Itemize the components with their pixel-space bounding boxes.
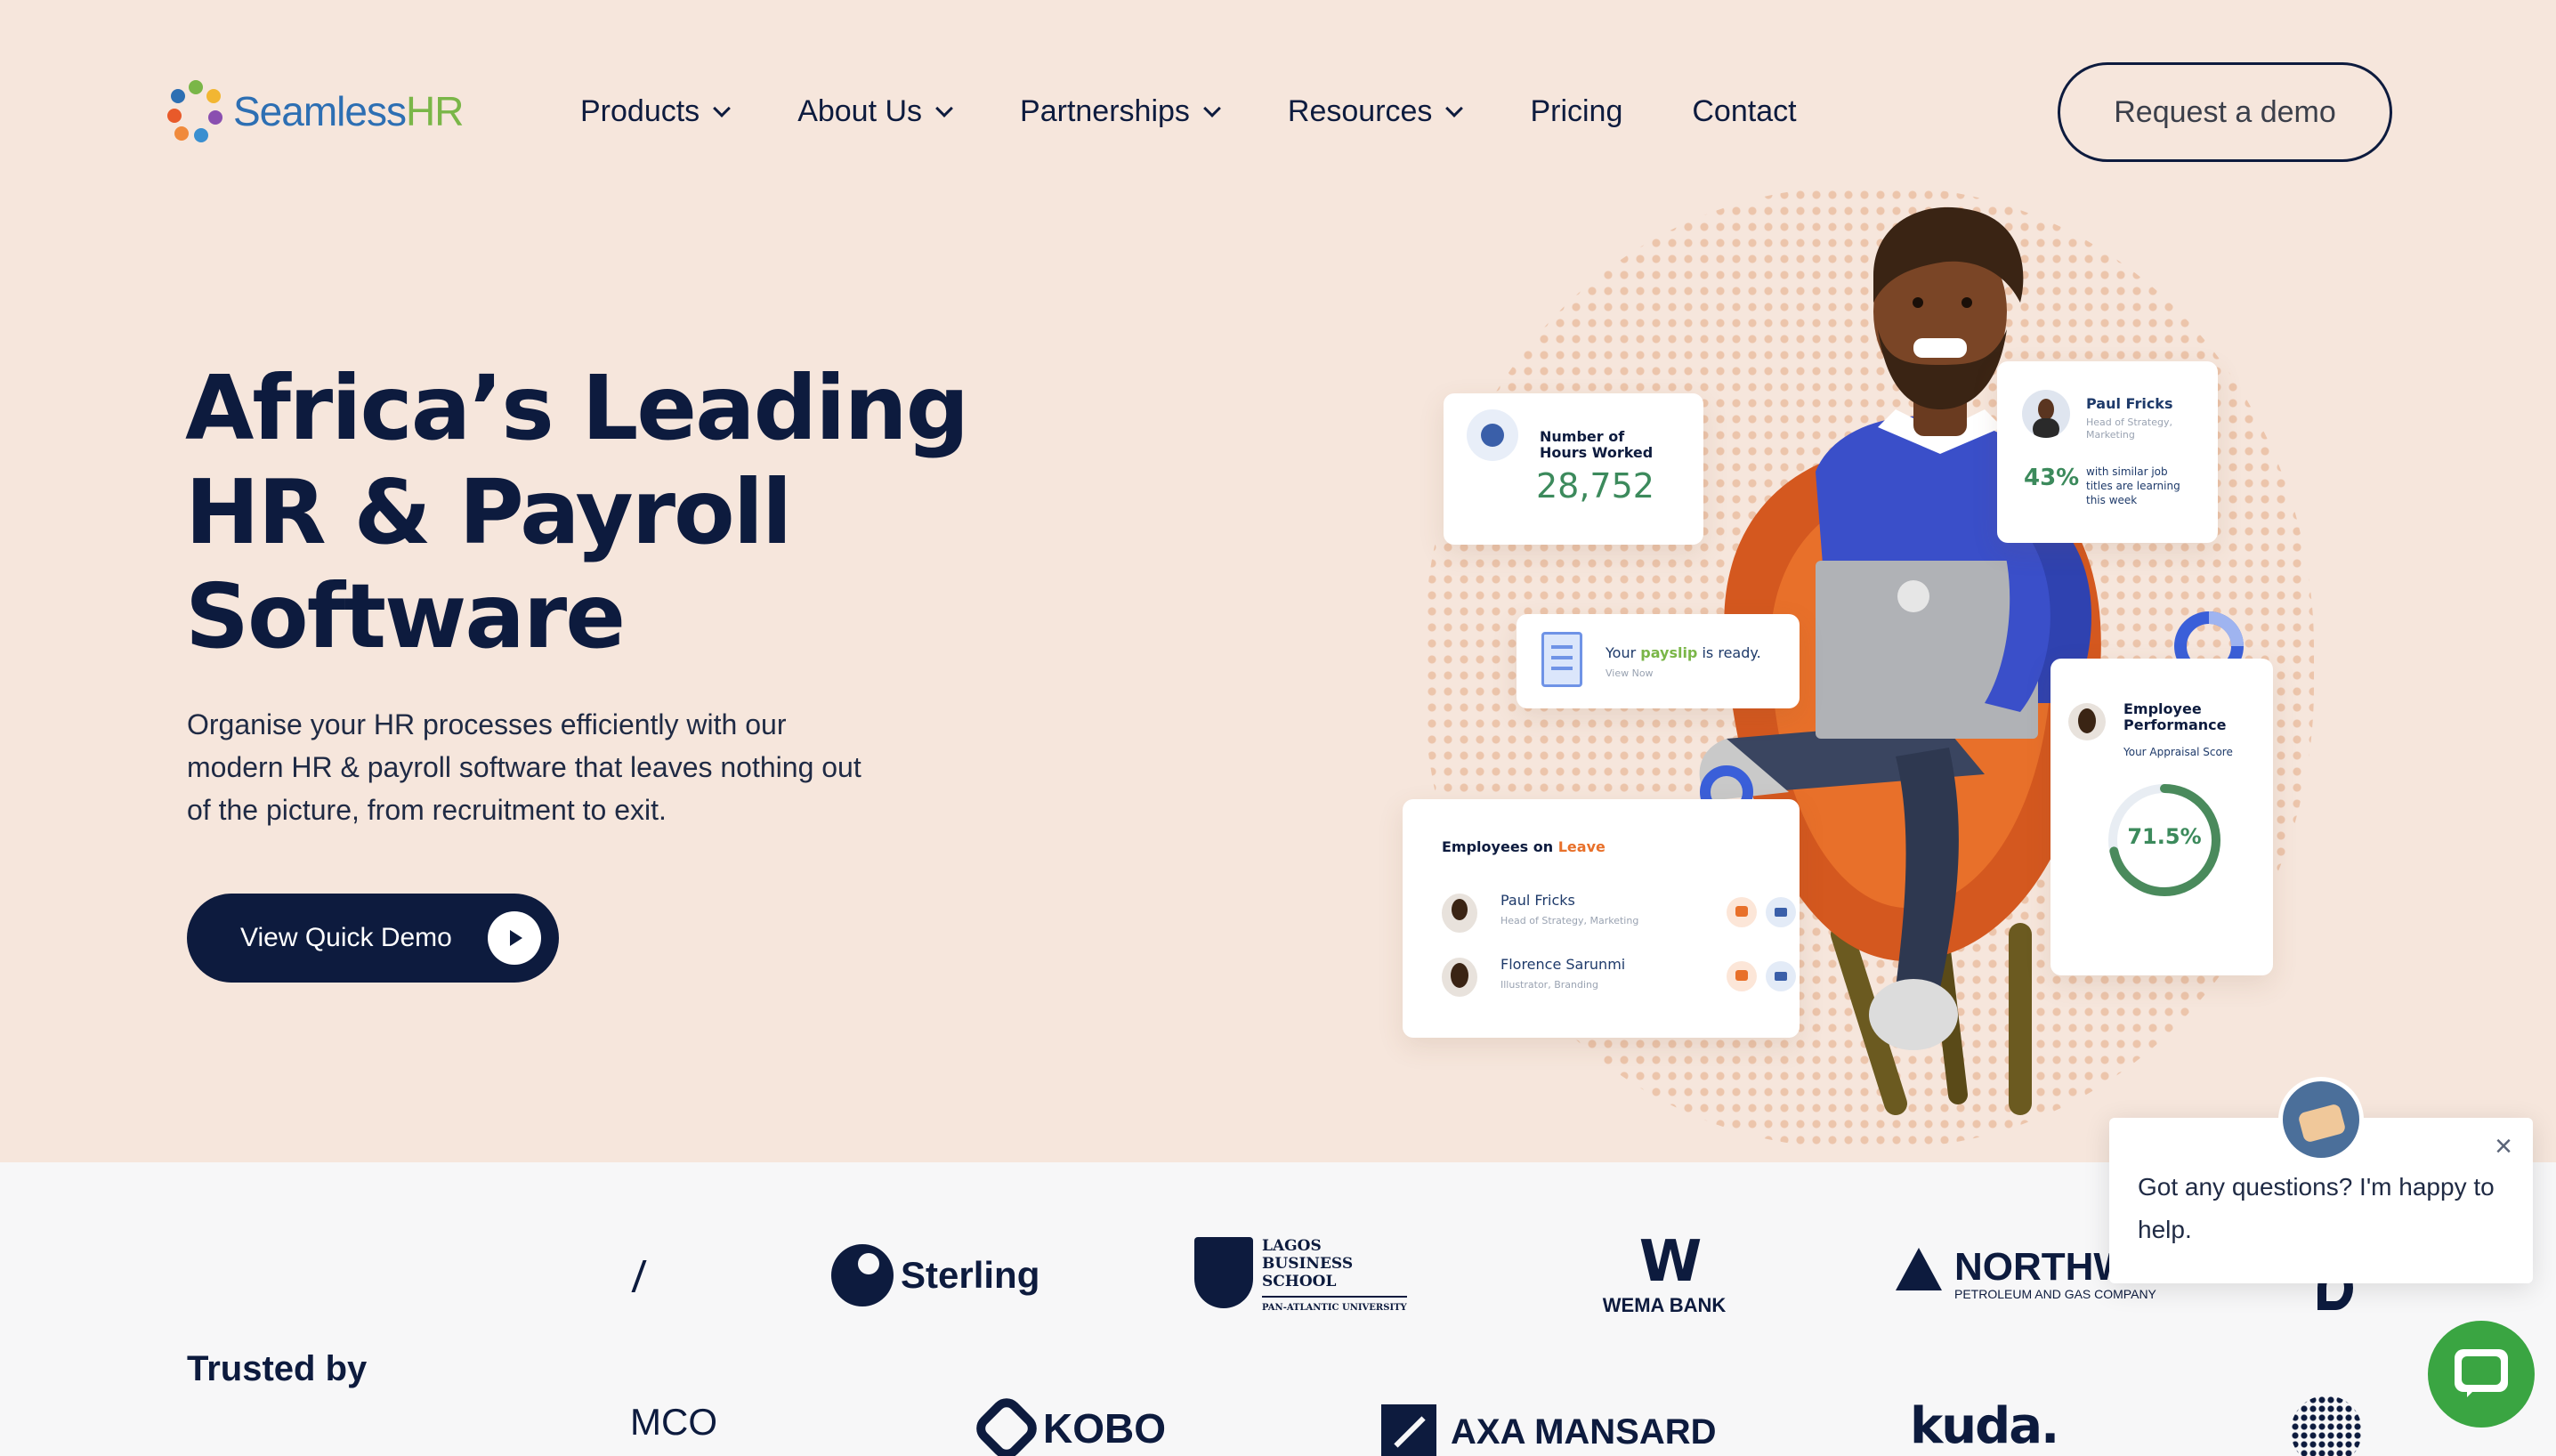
mco-logo: MCO <box>630 1401 717 1443</box>
employees-on-leave-card: Employees on Leave Paul Fricks Head of S… <box>1403 799 1800 1038</box>
main-nav: Products About Us Partnerships Resources… <box>580 94 1866 129</box>
wema-bank-logo: W WEMA BANK <box>1593 1234 1735 1317</box>
close-icon[interactable]: × <box>2490 1131 2517 1161</box>
clock-icon <box>1467 409 1518 461</box>
leave-card-title: Employees on Leave <box>1442 838 1606 855</box>
view-now-link[interactable]: View Now <box>1606 667 1654 679</box>
avatar <box>1442 958 1477 997</box>
hero-title-line: HR & Payroll <box>185 460 792 564</box>
learning-percent: 43% <box>2024 465 2080 491</box>
sterling-mark-icon <box>831 1244 894 1306</box>
axa-mansard-logo: AXA MANSARD <box>1381 1404 1717 1456</box>
list-item: Florence Sarunmi Illustrator, Branding <box>1442 952 1796 1002</box>
view-quick-demo-button[interactable]: View Quick Demo <box>187 894 559 983</box>
partial-logo <box>622 1260 647 1292</box>
appraisal-label: Your Appraisal Score <box>2123 746 2233 758</box>
profile-role: Head of Strategy, Marketing <box>2086 417 2172 441</box>
list-item: Paul Fricks Head of Strategy, Marketing <box>1442 888 1796 938</box>
hero-subtitle: Organise your HR processes efficiently w… <box>187 708 861 826</box>
hours-worked-card: Number of Hours Worked 28,752 <box>1444 393 1703 545</box>
chevron-down-icon <box>935 99 953 117</box>
chat-message: Got any questions? I'm happy to help. <box>2138 1173 2495 1243</box>
avatar <box>2068 703 2106 740</box>
kuda-logo: kuda. <box>1910 1397 2059 1455</box>
nav-resources[interactable]: Resources <box>1288 94 1464 129</box>
nav-contact[interactable]: Contact <box>1692 94 1796 129</box>
learning-note: with similar job titles are learning thi… <box>2086 465 2180 506</box>
lagos-business-school-logo: LAGOS BUSINESS SCHOOL PAN-ATLANTIC UNIVE… <box>1194 1237 1407 1317</box>
trusted-by-label: Trusted by <box>187 1349 368 1388</box>
hours-label: Number of Hours Worked <box>1540 428 1654 461</box>
mail-icon[interactable] <box>1766 961 1796 991</box>
appraisal-score: 71.5% <box>2127 824 2202 849</box>
learning-stats-card: Paul Fricks Head of Strategy, Marketing … <box>1997 361 2218 543</box>
partial-logo <box>2291 1395 2362 1456</box>
axa-mark-icon <box>1381 1404 1436 1456</box>
hero-title: Africa’s Leading HR & Payroll Software <box>185 356 986 668</box>
nav-products[interactable]: Products <box>580 94 732 129</box>
employee-name: Paul Fricks <box>1500 892 1575 909</box>
nav-pricing[interactable]: Pricing <box>1530 94 1622 129</box>
hero-title-line: Africa’s Leading <box>185 356 969 460</box>
employee-performance-card: Employee Performance Your Appraisal Scor… <box>2050 659 2273 975</box>
avatar <box>1442 894 1477 933</box>
cake-icon[interactable] <box>1727 961 1757 991</box>
employee-role: Illustrator, Branding <box>1500 979 1598 991</box>
payslip-message: Your payslip is ready. <box>1606 644 1761 661</box>
chevron-down-icon <box>1203 99 1221 117</box>
play-icon <box>488 911 541 965</box>
brand-name: SeamlessHR <box>233 88 464 134</box>
employee-name: Florence Sarunmi <box>1500 956 1626 973</box>
sterling-logo: Sterling <box>831 1244 1039 1306</box>
chat-bubble-icon <box>2455 1349 2508 1397</box>
wema-mark-icon: W <box>1638 1229 1703 1295</box>
crest-icon <box>1194 1237 1253 1308</box>
profile-name: Paul Fricks <box>2086 395 2173 412</box>
payslip-notification-card: Your payslip is ready. View Now <box>1517 614 1800 708</box>
hours-value: 28,752 <box>1536 466 1654 506</box>
nav-about-us[interactable]: About Us <box>797 94 953 129</box>
kobo-logo: KOBO <box>969 1391 1166 1456</box>
chat-open-button[interactable] <box>2428 1321 2535 1428</box>
nav-partnerships[interactable]: Partnerships <box>1020 94 1221 129</box>
cake-icon[interactable] <box>1727 897 1757 927</box>
request-demo-button[interactable]: Request a demo <box>2058 62 2392 162</box>
brand-logo[interactable]: SeamlessHR <box>167 80 464 142</box>
performance-title: Employee Performance <box>2123 700 2227 733</box>
document-icon <box>1541 632 1582 687</box>
chevron-down-icon <box>713 99 732 117</box>
hero-title-line: Software <box>185 564 626 668</box>
employee-role: Head of Strategy, Marketing <box>1500 915 1639 926</box>
hero-illustration: Number of Hours Worked 28,752 Paul Frick… <box>1388 169 2350 1157</box>
mail-icon[interactable] <box>1766 897 1796 927</box>
chat-agent-avatar <box>2278 1077 2364 1162</box>
triangle-mark-icon <box>1896 1248 1942 1290</box>
kobo-mark-icon <box>969 1391 1044 1456</box>
chevron-down-icon <box>1445 99 1464 117</box>
quick-demo-label: View Quick Demo <box>240 923 452 952</box>
avatar <box>2022 390 2070 438</box>
logo-dots-icon <box>167 80 224 142</box>
